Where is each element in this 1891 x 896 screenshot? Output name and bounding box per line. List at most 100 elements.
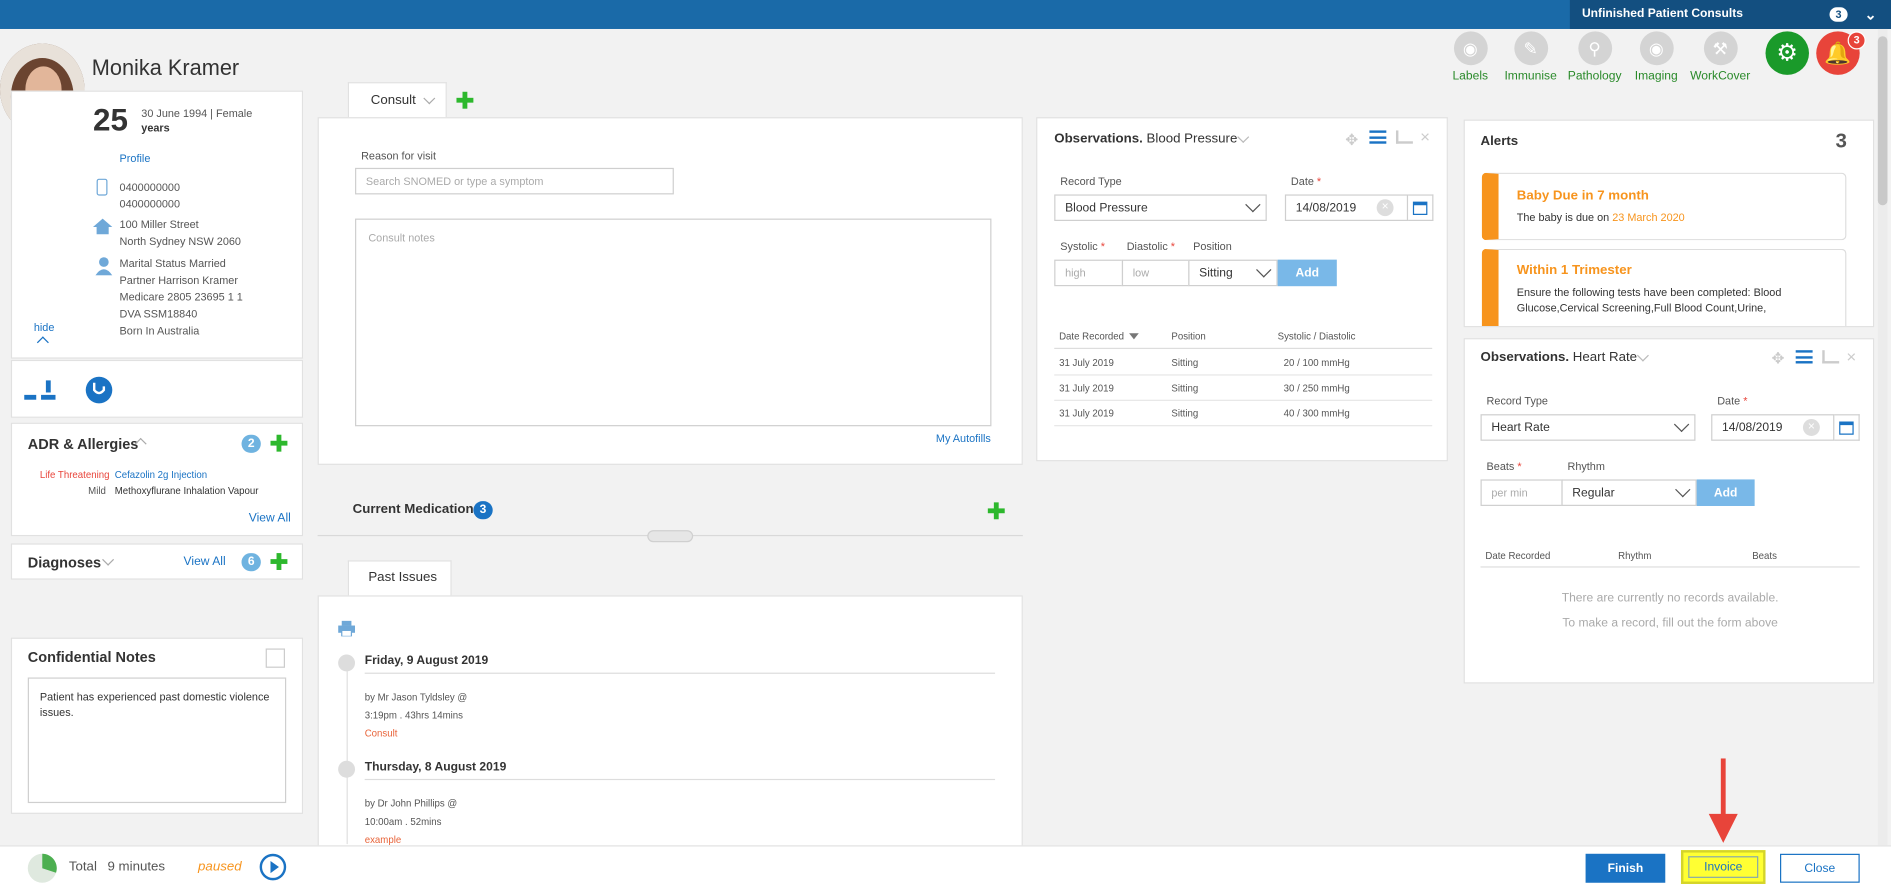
gear-icon[interactable]: ⚙ — [1765, 31, 1809, 75]
phone-primary: 0400000000 — [119, 181, 181, 194]
consult-panel: Reason for visit Search SNOMED or type a… — [317, 117, 1023, 465]
position-value: Sitting — [1199, 266, 1233, 280]
bp-observations-panel: Observations. Blood Pressure ✥ × Record … — [1036, 117, 1448, 462]
tab-consult[interactable]: Consult — [347, 82, 447, 119]
diagnoses-view-all-link[interactable]: View All — [184, 555, 226, 568]
hr-title-text: Heart Rate — [1572, 350, 1638, 365]
chevron-up-icon[interactable] — [36, 336, 49, 349]
col-date-recorded[interactable]: Date Recorded — [1059, 331, 1124, 342]
adr-title: ADR & Allergies — [27, 435, 139, 453]
bp-date-label-text: Date — [1290, 175, 1314, 188]
diagnoses-expand-icon[interactable] — [102, 553, 115, 566]
add-tab-icon[interactable] — [456, 91, 474, 109]
allergy-name[interactable]: Cefazolin 2g Injection — [115, 470, 207, 481]
issue-date: Friday, 9 August 2019 — [364, 654, 489, 668]
hide-link[interactable]: hide — [34, 321, 55, 333]
pathology-tool[interactable]: ⚲ Pathology — [1561, 31, 1627, 83]
invoice-button[interactable]: Invoice — [1688, 856, 1759, 878]
move-icon[interactable]: ✥ — [1345, 130, 1358, 149]
adr-allergies-panel: ADR & Allergies 2 Life Threatening Cefaz… — [10, 422, 304, 537]
list-icon[interactable] — [1795, 350, 1813, 364]
adr-view-all-link[interactable]: View All — [249, 512, 291, 525]
imaging-tool[interactable]: ◉ Imaging — [1623, 31, 1689, 83]
chevron-down-icon[interactable]: ⌄ — [1865, 0, 1877, 29]
medication-title: Current Medication — [352, 502, 474, 517]
bp-add-button[interactable]: Add — [1277, 259, 1337, 287]
col-date-recorded[interactable]: Date Recorded — [1485, 551, 1550, 562]
systolic-input[interactable]: high — [1054, 259, 1124, 287]
issue-type-link[interactable]: Consult — [365, 728, 398, 739]
profile-link[interactable]: Profile — [120, 152, 151, 164]
diastolic-input[interactable]: low — [1121, 259, 1190, 287]
issue-by: by Dr John Phillips @ — [364, 798, 458, 810]
footer-bar: Total 9 minutes paused Finish Invoice Cl… — [0, 845, 1891, 896]
address-line2: North Sydney NSW 2060 — [119, 235, 241, 248]
immunise-label: Immunise — [1504, 70, 1557, 84]
hr-table-header: Date Recorded Rhythm Beats — [1480, 547, 1860, 568]
scrollbar[interactable] — [1877, 28, 1888, 846]
labels-tool[interactable]: ◉ Labels — [1437, 31, 1503, 83]
diastolic-label: Diastolic * — [1126, 240, 1176, 253]
chart-icon[interactable] — [1395, 130, 1413, 144]
home-icon — [92, 218, 113, 235]
close-icon[interactable]: × — [1846, 347, 1856, 366]
position-select[interactable]: Sitting — [1188, 259, 1278, 287]
workcover-tool[interactable]: ⚒ WorkCover — [1687, 31, 1753, 83]
hr-add-button[interactable]: Add — [1696, 479, 1755, 506]
add-diagnosis-icon[interactable] — [270, 553, 288, 570]
close-button[interactable]: Close — [1780, 853, 1860, 883]
close-icon[interactable]: × — [1420, 127, 1430, 146]
list-icon[interactable] — [1369, 130, 1387, 144]
move-icon[interactable]: ✥ — [1772, 349, 1785, 368]
patient-dob-gender: 30 June 1994 | Female — [141, 107, 253, 120]
diagnoses-panel: Diagnoses View All 6 — [10, 543, 304, 580]
add-medication-icon[interactable] — [987, 502, 1005, 520]
cell-date: 31 July 2019 — [1059, 408, 1114, 420]
rhythm-select[interactable]: Regular — [1561, 479, 1697, 506]
unfinished-count-badge: 3 — [1829, 7, 1848, 22]
chevron-down-icon[interactable] — [1636, 349, 1649, 362]
autofills-link[interactable]: My Autofills — [936, 432, 991, 444]
stethoscope-icon[interactable] — [85, 376, 114, 405]
diastolic-label-text: Diastolic — [1126, 240, 1168, 253]
calendar-icon[interactable] — [1408, 194, 1434, 221]
confidential-notes-textarea[interactable]: Patient has experienced past domestic vi… — [27, 677, 287, 804]
timer-time: 9 minutes — [107, 859, 166, 875]
bp-record-type-select[interactable]: Blood Pressure — [1054, 194, 1267, 221]
beats-input[interactable]: per min — [1480, 479, 1563, 506]
col-beats: Beats — [1752, 550, 1777, 562]
bp-record-type-label: Record Type — [1060, 175, 1122, 188]
consult-notes-textarea[interactable]: Consult notes — [355, 218, 992, 427]
tab-past-issues[interactable]: Past Issues — [347, 560, 452, 597]
diagnoses-count-badge: 6 — [241, 553, 261, 572]
chevron-down-icon[interactable] — [1237, 131, 1250, 144]
alert-card[interactable]: Baby Due in 7 month The baby is due on 2… — [1481, 172, 1847, 241]
immunise-tool[interactable]: ✎ Immunise — [1497, 31, 1563, 83]
issue-type-link[interactable]: example — [365, 834, 402, 845]
issue-time: 10:00am . 52mins — [364, 816, 442, 828]
reason-input[interactable]: Search SNOMED or type a symptom — [355, 167, 674, 195]
hr-title: Observations. Heart Rate — [1481, 350, 1638, 364]
bp-title-text: Blood Pressure — [1146, 131, 1238, 147]
scale-icon[interactable] — [24, 378, 56, 402]
print-icon[interactable] — [338, 620, 356, 637]
notification-count-badge: 3 — [1847, 31, 1866, 50]
expand-icon[interactable] — [265, 648, 285, 668]
timer-progress — [27, 853, 57, 883]
chart-icon[interactable] — [1822, 350, 1840, 364]
resize-handle[interactable] — [647, 530, 694, 543]
beats-label-text: Beats — [1486, 460, 1515, 473]
calendar-icon[interactable] — [1834, 414, 1860, 441]
finish-button[interactable]: Finish — [1585, 853, 1666, 883]
add-allergy-icon[interactable] — [270, 434, 288, 452]
chevron-down-icon[interactable] — [423, 92, 436, 105]
scrollbar-thumb[interactable] — [1877, 36, 1888, 206]
unfinished-consults-button[interactable]: Unfinished Patient Consults 3 ⌄ — [1569, 0, 1891, 29]
clear-icon[interactable]: × — [1802, 419, 1820, 436]
hammer-icon: ⚒ — [1703, 31, 1738, 66]
sort-icon[interactable] — [1129, 333, 1139, 340]
clear-icon[interactable]: × — [1376, 199, 1394, 217]
hr-record-type-select[interactable]: Heart Rate — [1480, 414, 1696, 441]
play-icon[interactable] — [259, 853, 287, 881]
alert-card[interactable]: Within 1 Trimester Ensure the following … — [1481, 248, 1847, 327]
